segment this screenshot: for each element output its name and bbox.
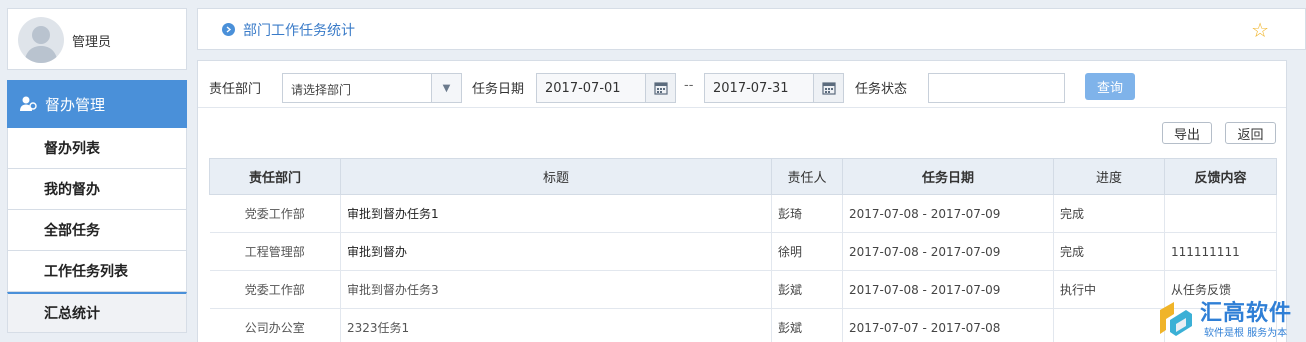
feedback-cell <box>1164 194 1277 233</box>
main-panel: 责任部门 请选择部门 ▼ 任务日期 2017-07-01 -- 2017-07-… <box>197 60 1287 342</box>
progress-cell: 完成 <box>1053 194 1165 233</box>
sidebar-item-label: 全部任务 <box>44 223 100 239</box>
sidebar-nav: 督办管理 督办列表 我的督办 全部任务 工作任务列表 汇总统计 <box>7 80 187 333</box>
owner-cell: 彭斌 <box>771 308 843 342</box>
dept-cell: 党委工作部 <box>209 194 341 233</box>
chevron-down-icon[interactable]: ▼ <box>431 74 461 102</box>
nav-header-supervision[interactable]: 督办管理 <box>7 80 187 128</box>
table-header-row: 责任部门 标题 责任人 任务日期 进度 反馈内容 <box>209 158 1277 195</box>
sidebar-item-label: 督办列表 <box>44 141 100 157</box>
title-cell[interactable]: 审批到督办任务1 <box>340 194 772 233</box>
progress-cell: 执行中 <box>1053 270 1165 309</box>
query-button[interactable]: 查询 <box>1085 73 1135 100</box>
status-label: 任务状态 <box>855 82 908 97</box>
sidebar-item-all-tasks[interactable]: 全部任务 <box>7 210 187 251</box>
dept-cell: 公司办公室 <box>209 308 341 342</box>
column-header: 责任人 <box>771 158 843 195</box>
brand-logo-icon <box>1160 302 1192 336</box>
dept-label: 责任部门 <box>209 82 262 97</box>
sidebar-item-label: 我的督办 <box>44 182 100 198</box>
date-separator: -- <box>684 78 694 93</box>
avatar[interactable] <box>18 17 64 63</box>
column-header: 进度 <box>1053 158 1165 195</box>
table-row[interactable]: 党委工作部 审批到督办任务1 彭琦 2017-07-08 - 2017-07-0… <box>209 194 1277 233</box>
title-cell[interactable]: 审批到督办 <box>340 232 772 271</box>
column-header: 任务日期 <box>842 158 1054 195</box>
table-row[interactable]: 党委工作部 审批到督办任务3 彭斌 2017-07-08 - 2017-07-0… <box>209 270 1277 309</box>
date-cell: 2017-07-07 - 2017-07-08 <box>842 308 1054 342</box>
owner-cell: 彭斌 <box>771 270 843 309</box>
sidebar-item-work-task-list[interactable]: 工作任务列表 <box>7 251 187 292</box>
dept-select[interactable]: 请选择部门 ▼ <box>282 73 462 103</box>
sidebar-item-label: 工作任务列表 <box>44 264 128 280</box>
user-group-icon <box>17 93 39 115</box>
date-cell: 2017-07-08 - 2017-07-09 <box>842 194 1054 233</box>
title-cell[interactable]: 2323任务1 <box>340 308 772 342</box>
date-to-value: 2017-07-31 <box>713 81 789 96</box>
column-header: 反馈内容 <box>1164 158 1277 195</box>
user-card: 管理员 <box>7 8 187 70</box>
user-name: 管理员 <box>72 35 112 50</box>
page-header: 部门工作任务统计 ☆ <box>197 8 1306 50</box>
brand-name: 汇高软件 <box>1200 301 1293 326</box>
sidebar-item-summary-stats[interactable]: 汇总统计 <box>7 292 187 333</box>
nav-header-label: 督办管理 <box>45 95 106 114</box>
filter-bar: 责任部门 请选择部门 ▼ 任务日期 2017-07-01 -- 2017-07-… <box>198 61 1286 108</box>
brand-slogan: 软件是根 服务为本 <box>1204 328 1288 339</box>
progress-cell: 完成 <box>1053 232 1165 271</box>
export-button[interactable]: 导出 <box>1162 122 1212 144</box>
chevron-right-icon <box>222 23 235 36</box>
user-avatar-icon <box>24 26 58 63</box>
column-header: 责任部门 <box>209 158 341 195</box>
column-header: 标题 <box>340 158 772 195</box>
dept-cell: 工程管理部 <box>209 232 341 271</box>
date-to-input[interactable]: 2017-07-31 <box>704 73 844 103</box>
date-from-input[interactable]: 2017-07-01 <box>536 73 676 103</box>
watermark-logo: 汇高软件 软件是根 服务为本 <box>1156 295 1306 342</box>
dept-select-placeholder: 请选择部门 <box>291 83 352 97</box>
owner-cell: 彭琦 <box>771 194 843 233</box>
task-table: 责任部门 标题 责任人 任务日期 进度 反馈内容 党委工作部 审批到督办任务1 … <box>209 158 1277 342</box>
title-cell[interactable]: 审批到督办任务3 <box>340 270 772 309</box>
page-title: 部门工作任务统计 <box>243 23 355 39</box>
calendar-icon[interactable] <box>645 74 675 102</box>
status-input[interactable] <box>928 73 1065 103</box>
sidebar-item-supervision-list[interactable]: 督办列表 <box>7 128 187 169</box>
sidebar-item-label: 汇总统计 <box>44 306 100 322</box>
table-row[interactable]: 公司办公室 2323任务1 彭斌 2017-07-07 - 2017-07-08 <box>209 308 1277 342</box>
dept-cell: 党委工作部 <box>209 270 341 309</box>
sidebar-item-my-supervision[interactable]: 我的督办 <box>7 169 187 210</box>
back-button[interactable]: 返回 <box>1225 122 1276 144</box>
date-label: 任务日期 <box>472 82 525 97</box>
owner-cell: 徐明 <box>771 232 843 271</box>
star-icon[interactable]: ☆ <box>1251 18 1269 42</box>
calendar-icon[interactable] <box>813 74 843 102</box>
feedback-cell: 111111111 <box>1164 232 1277 271</box>
date-cell: 2017-07-08 - 2017-07-09 <box>842 270 1054 309</box>
progress-cell <box>1053 308 1165 342</box>
date-cell: 2017-07-08 - 2017-07-09 <box>842 232 1054 271</box>
table-row[interactable]: 工程管理部 审批到督办 徐明 2017-07-08 - 2017-07-09 完… <box>209 232 1277 271</box>
date-from-value: 2017-07-01 <box>545 81 621 96</box>
